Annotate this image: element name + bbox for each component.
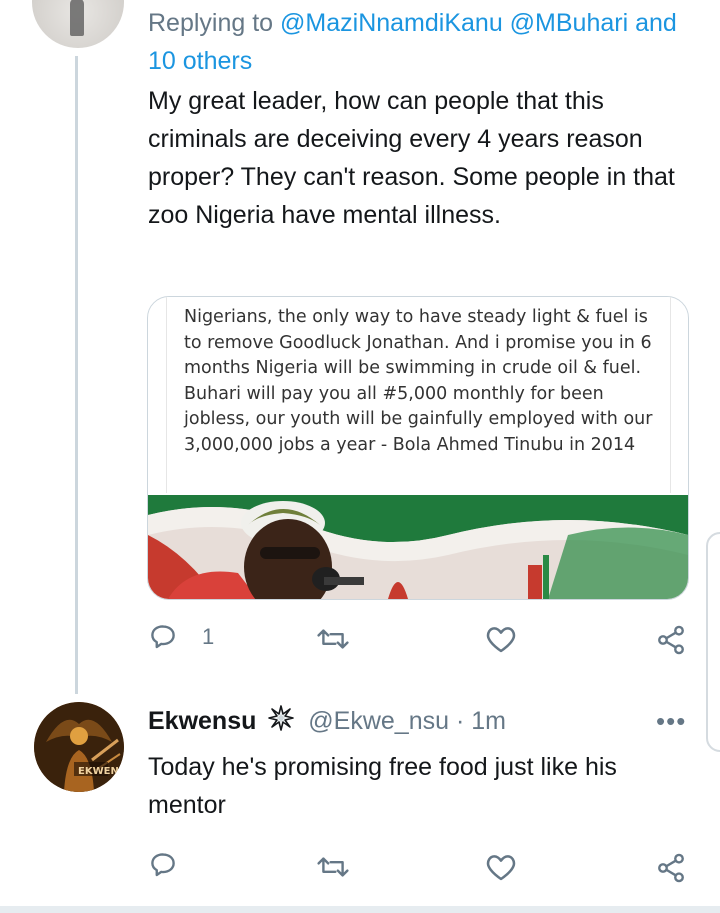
avatar-art xyxy=(34,702,124,792)
photo-illustration xyxy=(148,495,688,599)
avatar-watermark: EKWEN xyxy=(78,766,119,777)
replying-to-label: Replying to xyxy=(148,9,274,37)
timestamp[interactable]: 1m xyxy=(471,707,506,735)
mention-links[interactable]: @MaziNnamdiKanu @MBuhari xyxy=(280,9,628,37)
separator-dot: · xyxy=(455,707,465,736)
avatar-figure xyxy=(70,0,84,36)
share-button-2[interactable] xyxy=(655,852,687,884)
thread-line xyxy=(75,56,78,694)
retweet-icon xyxy=(317,857,349,877)
scroll-handle[interactable] xyxy=(706,532,720,752)
more-options-button[interactable]: ••• xyxy=(656,706,686,737)
reply-button[interactable]: 1 xyxy=(148,622,214,652)
share-icon xyxy=(658,853,684,883)
quote-text: Nigerians, the only way to have steady l… xyxy=(184,307,653,455)
user-avatar[interactable] xyxy=(32,0,124,48)
retweet-icon xyxy=(317,629,349,649)
tweet-header: Ekwensu @Ekwe_nsu · 1m xyxy=(148,704,506,741)
like-button[interactable] xyxy=(485,624,517,654)
share-icon xyxy=(658,625,684,655)
reply-icon xyxy=(151,853,175,877)
reply-button-2[interactable] xyxy=(148,850,178,880)
reply-tweet-text: Today he's promising free food just like… xyxy=(148,753,617,819)
retweet-button[interactable] xyxy=(315,624,351,654)
replying-to: Replying to @MaziNnamdiKanu @MBuhari and… xyxy=(148,4,703,80)
display-name[interactable]: Ekwensu xyxy=(148,707,256,735)
share-button[interactable] xyxy=(655,624,687,656)
tweet-text: My great leader, how can people that thi… xyxy=(148,87,675,229)
like-icon xyxy=(486,627,516,653)
handle[interactable]: @Ekwe_nsu xyxy=(308,707,449,735)
like-button-2[interactable] xyxy=(485,852,517,882)
reply-icon xyxy=(151,625,175,649)
tweet-divider xyxy=(0,906,720,913)
sparkle-badge-icon xyxy=(267,704,295,741)
ekwensu-avatar[interactable]: EKWEN xyxy=(34,702,124,792)
retweet-button-2[interactable] xyxy=(315,852,351,882)
speaker-photo xyxy=(148,495,688,599)
reply-count: 1 xyxy=(202,624,215,649)
like-icon xyxy=(486,855,516,881)
tweet-media[interactable]: Nigerians, the only way to have steady l… xyxy=(147,296,689,600)
